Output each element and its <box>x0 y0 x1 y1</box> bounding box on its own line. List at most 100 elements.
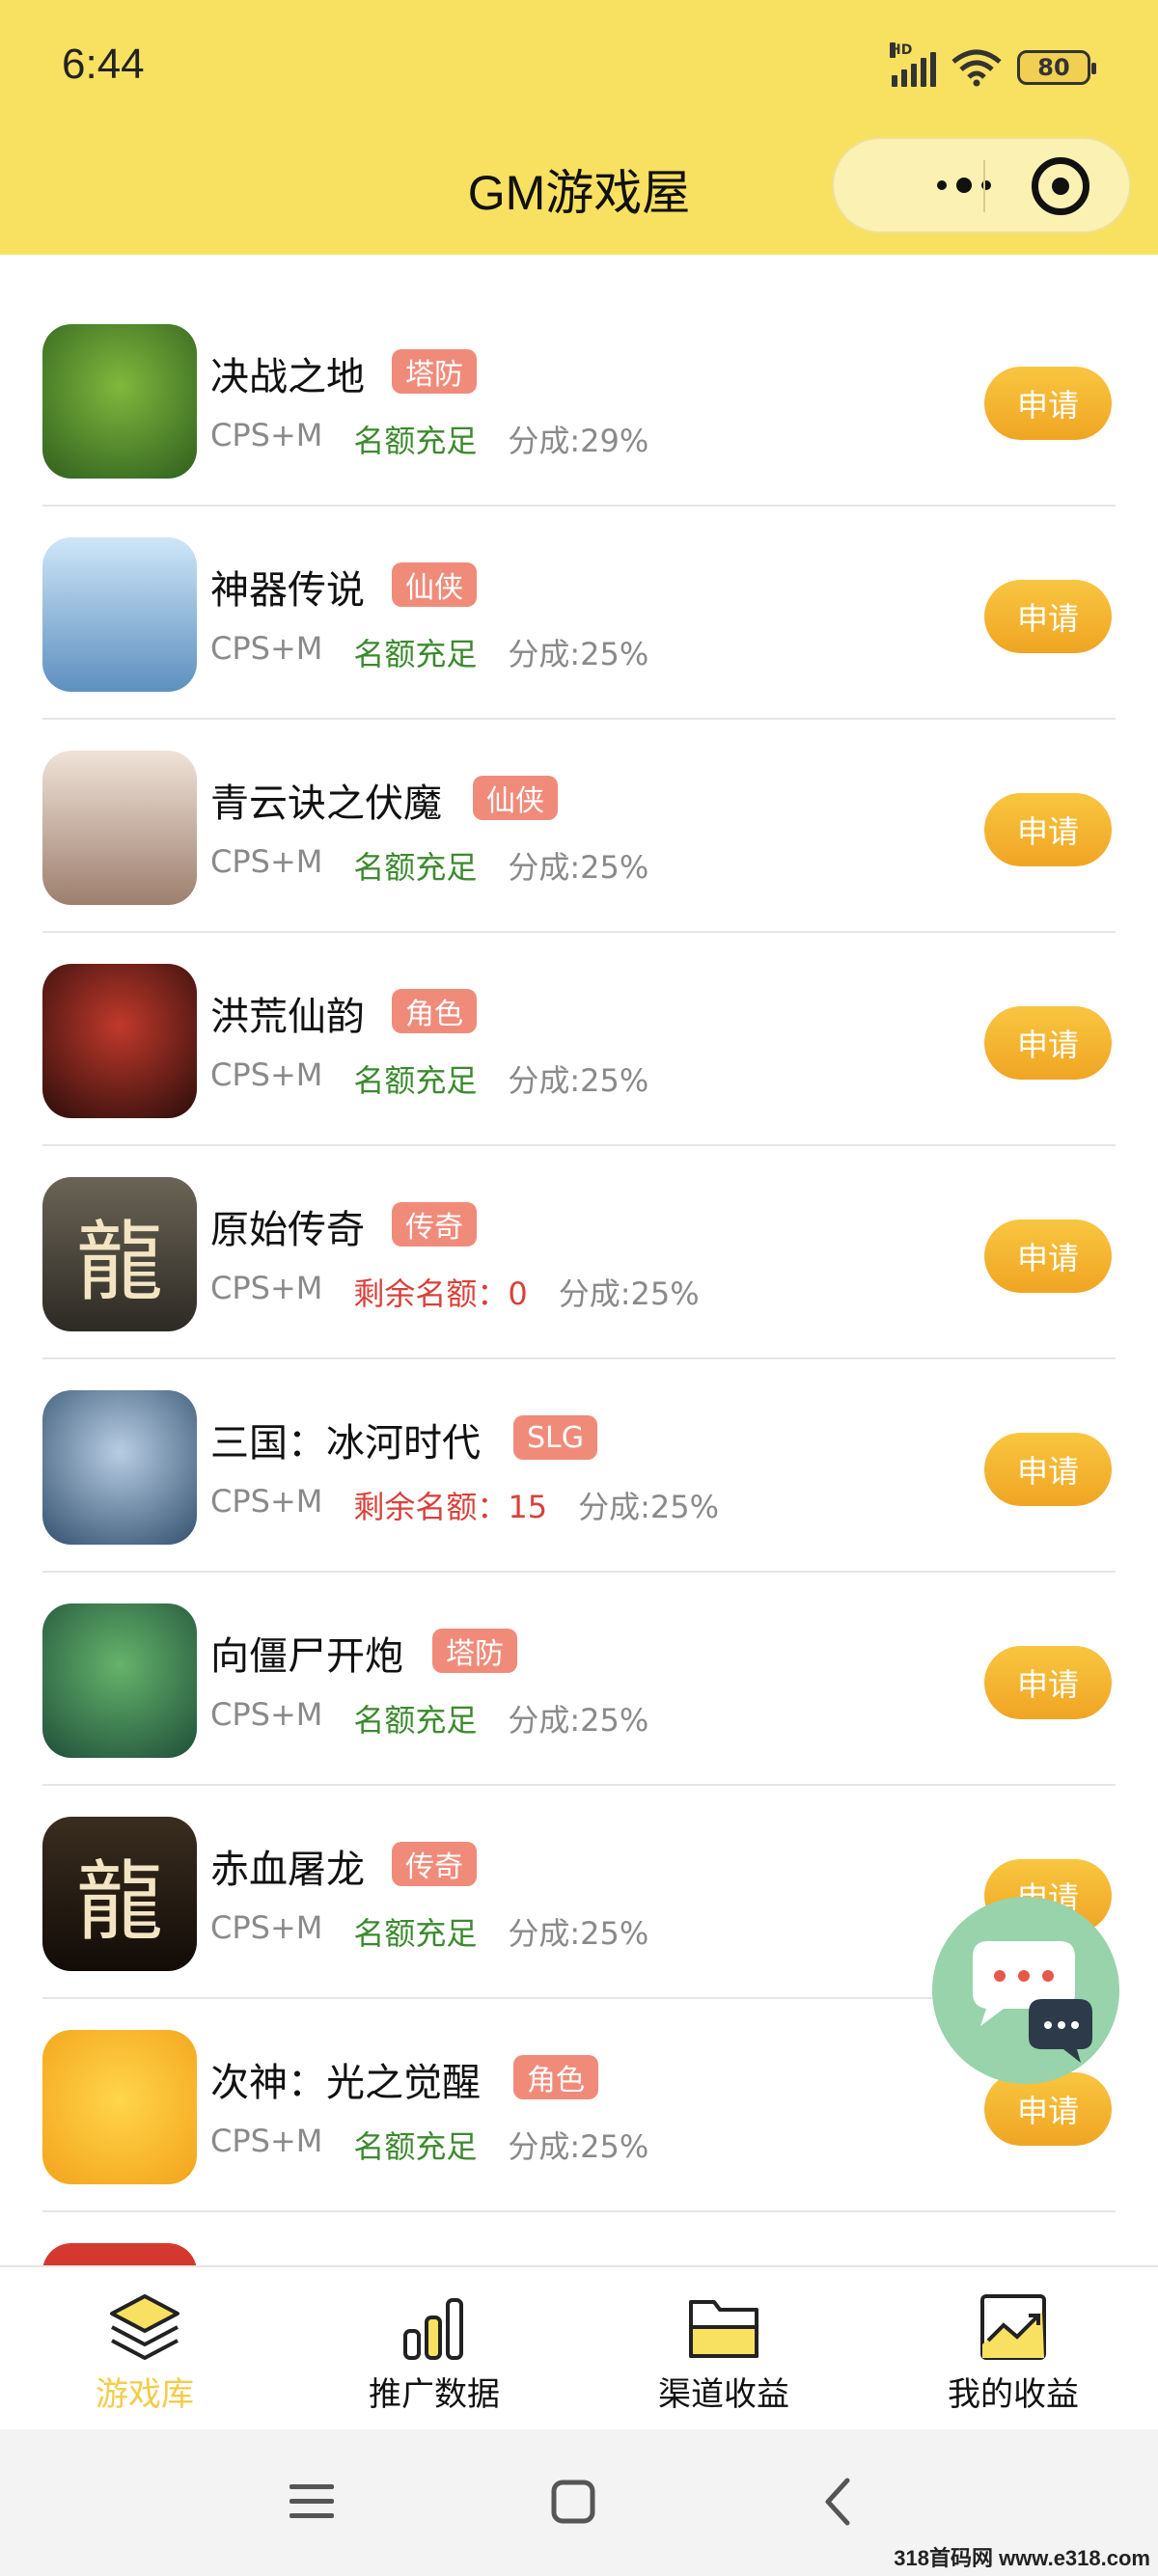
quota-status: 名额充足 <box>353 423 478 459</box>
more-menu-button[interactable] <box>872 139 1056 232</box>
tab-label: 游戏库 <box>96 2375 194 2414</box>
game-icon-cartoon-king <box>42 2030 197 2184</box>
signal-icon: HD <box>890 42 936 87</box>
quota-status: 名额充足 <box>353 1062 478 1099</box>
game-row[interactable]: 三国：冰河时代 SLG CPS+M 剩余名额：15 分成:25% 申请 <box>0 1359 1158 1573</box>
game-icon-xianxia-hero <box>42 537 197 692</box>
revenue-share: 分成:25% <box>508 2128 649 2165</box>
game-name: 神器传说 <box>210 568 365 613</box>
game-row[interactable]: 青云诀之伏魔 仙侠 CPS+M 名额充足 分成:25% 申请 <box>0 720 1158 933</box>
bottom-tab-bar: 游戏库 推广数据 渠道收益 我的收益 <box>0 2265 1158 2429</box>
quota-status: 名额充足 <box>353 1915 478 1952</box>
game-meta: CPS+M 剩余名额：15 分成:25% <box>210 1483 719 1527</box>
billing-model: CPS+M <box>210 843 323 880</box>
tab-label: 我的收益 <box>948 2375 1079 2414</box>
genre-tag: 仙侠 <box>392 562 477 607</box>
game-row[interactable]: 洪荒仙韵 角色 CPS+M 名额充足 分成:25% 申请 <box>0 933 1158 1146</box>
game-name: 次神：光之觉醒 <box>210 2061 481 2105</box>
menu-icon <box>290 2484 334 2518</box>
genre-tag: 角色 <box>513 2055 598 2099</box>
genre-tag: 塔防 <box>432 1629 517 1673</box>
apply-button[interactable]: 申请 <box>984 1646 1112 1719</box>
header-bar: 6:44 HD 80 GM游戏屋 <box>0 0 1158 255</box>
customer-service-button[interactable] <box>932 1897 1119 2084</box>
game-meta: CPS+M 名额充足 分成:25% <box>210 1909 648 1954</box>
apply-button[interactable]: 申请 <box>984 1219 1112 1293</box>
apply-button[interactable]: 申请 <box>984 367 1112 440</box>
genre-tag: 塔防 <box>392 349 477 394</box>
miniapp-capsule <box>832 137 1131 233</box>
quota-status: 名额充足 <box>353 2128 478 2165</box>
game-icon-fairy <box>42 751 197 905</box>
game-meta: CPS+M 名额充足 分成:25% <box>210 1056 648 1101</box>
close-miniapp-button[interactable] <box>1032 157 1089 215</box>
tab-my-earnings[interactable]: 我的收益 <box>868 2267 1158 2431</box>
quota-status: 剩余名额：0 <box>353 1275 528 1312</box>
billing-model: CPS+M <box>210 1270 323 1306</box>
billing-model: CPS+M <box>210 1483 323 1520</box>
tab-label: 渠道收益 <box>658 2375 789 2414</box>
status-time: 6:44 <box>62 41 145 88</box>
revenue-share: 分成:25% <box>508 1915 649 1952</box>
revenue-share: 分成:29% <box>508 423 649 459</box>
revenue-share: 分成:25% <box>508 849 649 886</box>
layers-icon <box>110 2294 179 2360</box>
watermark-text: 318首码网 www.e318.com <box>894 2546 1150 2570</box>
quota-status: 名额充足 <box>353 849 478 886</box>
status-icons: HD 80 <box>890 42 1096 87</box>
billing-model: CPS+M <box>210 2123 323 2159</box>
square-icon <box>551 2480 595 2524</box>
capsule-divider <box>983 160 985 212</box>
game-row[interactable]: 龍原始传奇 传奇 CPS+M 剩余名额：0 分成:25% 申请 <box>0 1146 1158 1359</box>
home-button[interactable] <box>535 2468 612 2535</box>
game-meta: CPS+M 名额充足 分成:25% <box>210 2123 648 2167</box>
tab-game-library[interactable]: 游戏库 <box>0 2267 290 2431</box>
game-meta: CPS+M 剩余名额：0 分成:25% <box>210 1270 700 1314</box>
billing-model: CPS+M <box>210 630 323 667</box>
game-row[interactable]: 神器传说 仙侠 CPS+M 名额充足 分成:25% 申请 <box>0 507 1158 720</box>
game-row[interactable]: 向僵尸开炮 塔防 CPS+M 名额充足 分成:25% 申请 <box>0 1573 1158 1786</box>
battery-icon: 80 <box>1017 50 1096 85</box>
genre-tag: 仙侠 <box>473 776 558 820</box>
apply-button[interactable]: 申请 <box>984 1006 1112 1080</box>
wifi-icon <box>951 49 1002 87</box>
revenue-share: 分成:25% <box>508 1702 649 1739</box>
tab-promotion-data[interactable]: 推广数据 <box>290 2267 579 2431</box>
revenue-share: 分成:25% <box>508 636 649 672</box>
apply-button[interactable]: 申请 <box>984 1433 1112 1506</box>
quota-status: 剩余名额：15 <box>353 1489 548 1525</box>
folder-icon <box>689 2300 758 2358</box>
genre-tag: 传奇 <box>392 1202 477 1247</box>
billing-model: CPS+M <box>210 1696 323 1733</box>
billing-model: CPS+M <box>210 417 323 453</box>
game-icon-dragon-glyph: 龍 <box>42 1177 197 1331</box>
system-nav-bar: 318首码网 www.e318.com <box>0 2429 1158 2576</box>
quota-status: 名额充足 <box>353 1702 478 1739</box>
apply-button[interactable]: 申请 <box>984 793 1112 866</box>
quota-status: 名额充足 <box>353 636 478 672</box>
apply-button[interactable]: 申请 <box>984 580 1112 653</box>
game-name: 决战之地 <box>210 355 365 399</box>
tab-channel-earnings[interactable]: 渠道收益 <box>579 2267 868 2431</box>
chat-bubbles-icon <box>973 1941 1092 2063</box>
network-type-label: HD <box>890 42 913 58</box>
game-meta: CPS+M 名额充足 分成:29% <box>210 417 648 461</box>
game-icon-dragon-glyph: 龍 <box>42 1817 197 1971</box>
genre-tag: SLG <box>513 1415 598 1460</box>
game-icon-zombie-cannon <box>42 1603 197 1758</box>
game-icon-red-warrior <box>42 964 197 1118</box>
tab-label: 推广数据 <box>369 2375 500 2414</box>
revenue-share: 分成:25% <box>508 1062 649 1099</box>
genre-tag: 角色 <box>392 989 477 1033</box>
revenue-share: 分成:25% <box>558 1275 700 1312</box>
game-icon-three-kingdoms <box>42 1390 197 1545</box>
game-row[interactable]: 决战之地 塔防 CPS+M 名额充足 分成:29% 申请 <box>0 293 1158 507</box>
trend-chart-icon <box>980 2294 1046 2360</box>
revenue-share: 分成:25% <box>578 1489 720 1525</box>
recent-apps-button[interactable] <box>273 2468 350 2535</box>
back-button[interactable] <box>799 2468 876 2535</box>
game-name: 青云诀之伏魔 <box>210 781 442 826</box>
game-name: 原始传奇 <box>210 1208 365 1252</box>
game-icon-zombie <box>42 324 197 479</box>
billing-model: CPS+M <box>210 1056 323 1093</box>
